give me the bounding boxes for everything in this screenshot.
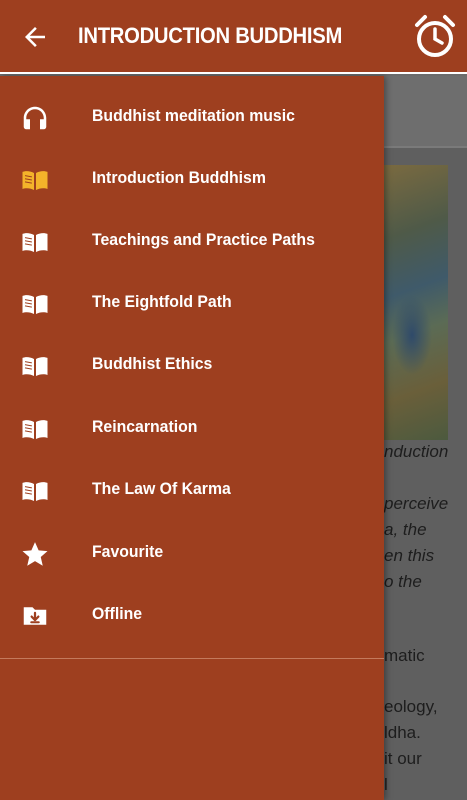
alarm-clock-icon xyxy=(415,15,455,57)
content-text-line: it our xyxy=(384,749,422,768)
content-text-line: ldha. xyxy=(384,723,421,742)
drawer-item-label: Introduction Buddhism xyxy=(92,168,266,187)
book-open-icon xyxy=(22,171,48,190)
arrow-left-icon xyxy=(25,27,45,47)
content-divider xyxy=(384,146,467,148)
app-bar: INTRODUCTION BUDDHISM xyxy=(0,0,467,74)
buddha-painting xyxy=(384,165,448,440)
book-open-icon xyxy=(22,482,48,501)
drawer-item-label: The Eightfold Path xyxy=(92,292,232,311)
drawer-item-label: Favourite xyxy=(92,542,164,561)
drawer-item-introduction[interactable]: Introduction Buddhism xyxy=(0,149,384,211)
drawer-item-favourite[interactable]: Favourite xyxy=(0,523,384,585)
drawer-item-karma[interactable]: The Law Of Karma xyxy=(0,460,384,522)
drawer-item-teachings[interactable]: Teachings and Practice Paths xyxy=(0,211,384,273)
drawer-item-reincarnation[interactable]: Reincarnation xyxy=(0,398,384,460)
drawer-item-meditation-music[interactable]: Buddhist meditation music xyxy=(0,87,384,149)
content-text-line: l xyxy=(384,775,388,794)
star-icon xyxy=(22,542,48,566)
navigation-drawer: Buddhist meditation music Introduction B… xyxy=(0,76,384,800)
drawer-item-ethics[interactable]: Buddhist Ethics xyxy=(0,335,384,397)
content-text-line: o the xyxy=(384,572,422,591)
content-text-line: matic xyxy=(384,646,425,665)
page-title: INTRODUCTION BUDDHISM xyxy=(78,23,343,48)
book-open-icon xyxy=(22,357,48,376)
drawer-item-label: Buddhist Ethics xyxy=(92,354,213,373)
content-text-line: nduction xyxy=(384,442,449,461)
content-text-line: eology, xyxy=(384,697,438,716)
drawer-item-eightfold-path[interactable]: The Eightfold Path xyxy=(0,273,384,335)
drawer-item-label: Buddhist meditation music xyxy=(92,106,295,125)
book-open-icon xyxy=(22,420,48,439)
drawer-divider xyxy=(0,658,384,659)
drawer-item-offline[interactable]: Offline xyxy=(0,585,384,647)
content-text-line: a, the xyxy=(384,520,427,539)
back-button[interactable] xyxy=(20,22,50,52)
drawer-item-label: Teachings and Practice Paths xyxy=(92,230,315,249)
drawer-item-label: The Law Of Karma xyxy=(92,479,231,498)
alarm-button[interactable] xyxy=(413,13,457,59)
content-text-line: en this xyxy=(384,546,435,565)
download-folder-icon xyxy=(23,607,47,625)
drawer-item-label: Reincarnation xyxy=(92,417,198,436)
content-text-line: perceive xyxy=(384,494,449,513)
content-header xyxy=(384,76,467,146)
book-open-icon xyxy=(22,233,48,252)
book-open-icon xyxy=(22,295,48,314)
headphones-icon xyxy=(23,106,47,130)
drawer-item-label: Offline xyxy=(92,604,143,623)
